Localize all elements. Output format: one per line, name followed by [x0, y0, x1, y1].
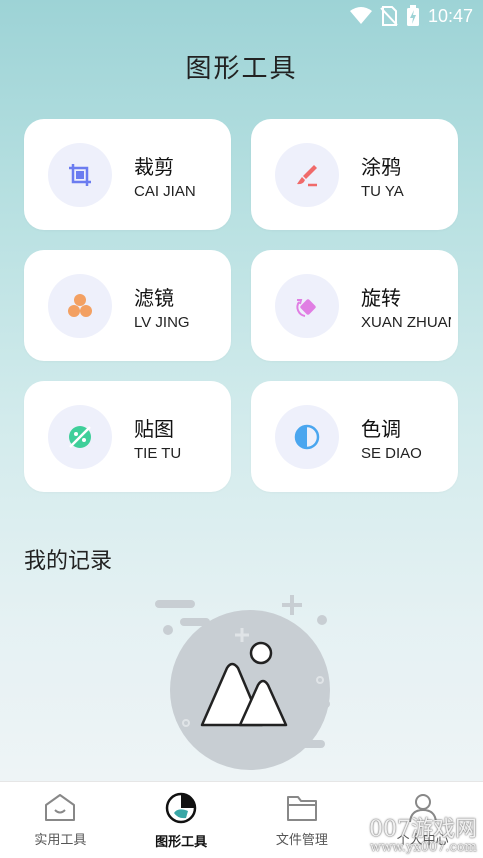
tool-name: 旋转	[361, 286, 401, 310]
tool-name: 贴图	[134, 417, 174, 441]
tool-card-doodle[interactable]: 涂鸦 TU YA	[251, 119, 458, 230]
filter-icon-bubble	[48, 274, 112, 338]
rotate-icon-bubble	[275, 274, 339, 338]
tool-name: 涂鸦	[361, 155, 401, 179]
nav-label: 实用工具	[34, 832, 87, 848]
folder-icon	[286, 795, 317, 821]
tool-card-filter[interactable]: 滤镜 LV JING	[24, 250, 231, 361]
rotate-icon	[296, 299, 316, 317]
tool-pinyin: TIE TU	[134, 445, 182, 462]
tool-card-tone[interactable]: 色调 SE DIAO	[251, 381, 458, 492]
watermark: 007游戏网 www.yx007.com	[369, 817, 477, 855]
status-time: 10:47	[427, 5, 473, 26]
brush-icon	[297, 165, 317, 187]
tool-card-rotate[interactable]: 旋转 XUAN ZHUAN	[251, 250, 458, 361]
nav-tab-files[interactable]: 文件管理	[242, 782, 363, 858]
page-title: 图形工具	[185, 54, 298, 84]
tool-name: 色调	[361, 417, 401, 441]
sticker-icon-bubble	[48, 405, 112, 469]
battery-charging-icon	[406, 5, 419, 26]
watermark-line1: 007游戏网	[369, 817, 477, 842]
status-bar: 10:47	[0, 0, 483, 32]
tool-name: 滤镜	[134, 286, 174, 310]
toolbox-icon	[45, 793, 76, 821]
tool-pinyin: CAI JIAN	[134, 183, 196, 200]
status-icons: 10:47	[349, 5, 473, 27]
wifi-icon	[349, 7, 372, 24]
tool-pinyin: LV JING	[134, 314, 190, 331]
no-sim-icon	[380, 6, 398, 26]
crop-icon-bubble	[48, 143, 112, 207]
nav-label: 图形工具	[155, 834, 208, 850]
tool-pinyin: TU YA	[361, 183, 404, 200]
tool-pinyin: SE DIAO	[361, 445, 422, 462]
sticker-icon	[69, 426, 91, 448]
tone-icon	[294, 424, 320, 450]
nav-tab-graphics[interactable]: 图形工具	[121, 782, 242, 858]
tool-pinyin: XUAN ZHUAN	[361, 314, 451, 331]
brush-icon-bubble	[275, 143, 339, 207]
crop-icon	[69, 164, 91, 186]
tool-card-crop[interactable]: 裁剪 CAI JIAN	[24, 119, 231, 230]
graphics-tool-icon	[165, 792, 197, 823]
empty-records-illustration	[155, 595, 330, 770]
tool-name: 裁剪	[134, 155, 174, 179]
tone-icon-bubble	[275, 405, 339, 469]
tool-card-sticker[interactable]: 贴图 TIE TU	[24, 381, 231, 492]
records-title: 我的记录	[24, 549, 113, 574]
nav-tab-utilities[interactable]: 实用工具	[0, 782, 121, 858]
nav-label: 文件管理	[275, 832, 328, 848]
filter-icon	[68, 294, 92, 317]
watermark-line2: www.yx007.com	[369, 840, 477, 855]
